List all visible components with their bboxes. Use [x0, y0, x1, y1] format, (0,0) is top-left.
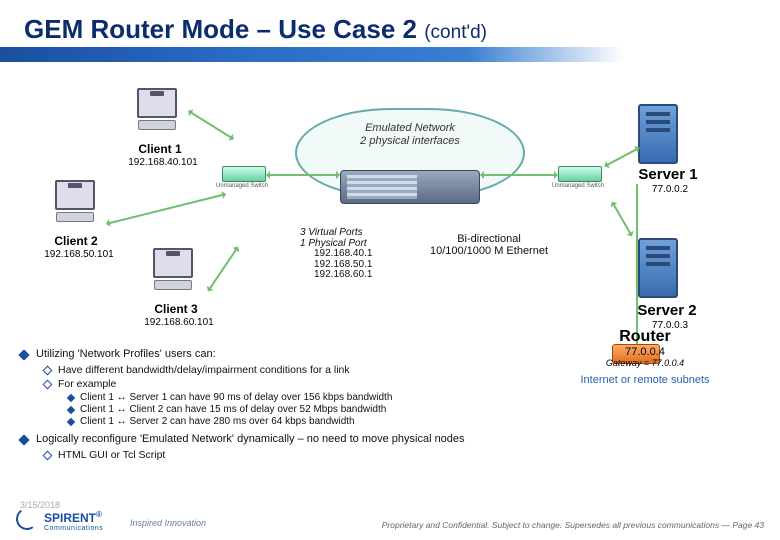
bullet-icon: [67, 418, 75, 426]
vports-title: 3 Virtual Ports: [300, 227, 363, 238]
slide: GEM Router Mode – Use Case 2 (cont'd) Cl…: [0, 0, 780, 540]
link-arrow: [606, 148, 639, 167]
bullet-icon: [43, 380, 53, 390]
link-arrow: [208, 248, 238, 291]
link-line1: Bi-directional: [457, 233, 521, 245]
bullet-text: Have different bandwidth/delay/impairmen…: [58, 364, 350, 376]
bullet-l1: Logically reconfigure 'Emulated Network'…: [20, 433, 740, 445]
switch-left-label: Unmanaged Switch: [216, 183, 268, 189]
tagline: Inspired Innovation: [130, 518, 206, 528]
vports-p2: 192.168.50.1: [314, 259, 372, 270]
registered-icon: ®: [96, 510, 102, 519]
bullet-text: Logically reconfigure 'Emulated Network'…: [36, 433, 465, 445]
link-text: Bi-directional 10/100/1000 M Ethernet: [404, 233, 574, 257]
bullet-list: Utilizing 'Network Profiles' users can: …: [20, 348, 740, 463]
server1-ip: 77.0.0.2: [640, 184, 700, 195]
cloud-text: Emulated Network 2 physical interfaces: [295, 122, 525, 148]
bullet-icon: [67, 394, 75, 402]
server1-icon: [638, 104, 678, 164]
bullet-l1: Utilizing 'Network Profiles' users can:: [20, 348, 740, 360]
bullet-icon: [18, 349, 29, 360]
vports-block: 3 Virtual Ports 1 Physical Port 192.168.…: [300, 228, 372, 281]
client1-ip: 192.168.40.101: [118, 157, 208, 168]
logo-subtext: Communications: [44, 525, 103, 532]
bullet-text: Client 1 ↔ Server 1 can have 90 ms of de…: [80, 392, 392, 403]
title-main: GEM Router Mode – Use Case 2: [24, 14, 424, 44]
link-arrow: [108, 194, 225, 225]
logo-text: SPIRENT: [44, 511, 96, 525]
bullet-text: Utilizing 'Network Profiles' users can:: [36, 348, 216, 360]
cloud-line1: Emulated Network: [365, 122, 455, 134]
cloud-line2: 2 physical interfaces: [360, 135, 460, 147]
slide-title: GEM Router Mode – Use Case 2 (cont'd): [24, 14, 487, 45]
bullet-l3: Client 1 ↔ Server 1 can have 90 ms of de…: [68, 392, 740, 403]
link-arrow: [636, 184, 638, 344]
spirent-logo: SPIRENT® Communications: [44, 510, 103, 532]
vports-sub: 1 Physical Port: [300, 238, 367, 249]
vports-p3: 192.168.60.1: [314, 269, 372, 280]
link-line2: 10/100/1000 M Ethernet: [430, 245, 548, 257]
client2-label: Client 2: [36, 234, 116, 248]
gem-appliance-icon: [340, 170, 480, 204]
bullet-text: For example: [58, 378, 116, 390]
bullet-l2: Have different bandwidth/delay/impairmen…: [44, 364, 740, 376]
router-label: Router: [560, 328, 730, 346]
client3-label: Client 3: [136, 302, 216, 316]
server1-label: Server 1: [618, 166, 718, 183]
link-arrow: [612, 203, 632, 235]
server2-icon: [638, 238, 678, 298]
client2-icon: [48, 180, 102, 222]
link-arrow: [482, 174, 556, 176]
switch-right-icon: [558, 166, 602, 182]
switch-left-icon: [222, 166, 266, 182]
bullet-l2: For example: [44, 378, 740, 390]
switch-right-label: Unmanaged Switch: [552, 183, 604, 189]
server2-label: Server 2: [612, 302, 722, 319]
bullet-icon: [43, 366, 53, 376]
link-arrow: [268, 174, 338, 176]
bullet-icon: [18, 434, 29, 445]
network-diagram: Client 1 192.168.40.101 Client 2 192.168…: [0, 68, 780, 343]
bullet-icon: [67, 406, 75, 414]
bullet-text: HTML GUI or Tcl Script: [58, 449, 165, 461]
title-bar: GEM Router Mode – Use Case 2 (cont'd): [0, 0, 780, 62]
link-arrow: [189, 111, 232, 139]
bullet-l2: HTML GUI or Tcl Script: [44, 449, 740, 461]
bullet-text: Client 1 ↔ Server 2 can have 280 ms over…: [80, 416, 355, 427]
vports-p1: 192.168.40.1: [314, 248, 372, 259]
bullet-icon: [43, 451, 53, 461]
client1-label: Client 1: [120, 142, 200, 156]
footer-text: Proprietary and Confidential. Subject to…: [382, 520, 764, 530]
client3-icon: [146, 248, 200, 290]
bullet-text: Client 1 ↔ Client 2 can have 15 ms of de…: [80, 404, 386, 415]
client1-icon: [130, 88, 184, 130]
bullet-l3: Client 1 ↔ Server 2 can have 280 ms over…: [68, 416, 740, 427]
title-sub: (cont'd): [424, 22, 487, 43]
client2-ip: 192.168.50.101: [34, 249, 124, 260]
bullet-l3: Client 1 ↔ Client 2 can have 15 ms of de…: [68, 404, 740, 415]
client3-ip: 192.168.60.101: [134, 317, 224, 328]
spirent-swirl-icon: [14, 506, 39, 531]
